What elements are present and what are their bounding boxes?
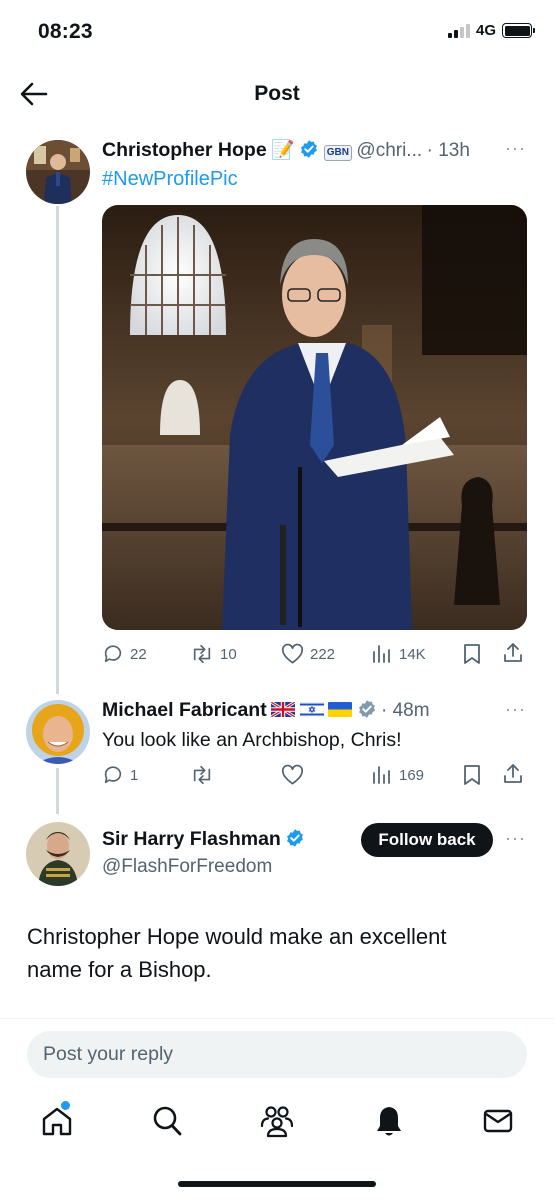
notification-dot <box>61 1101 70 1110</box>
repost-button[interactable]: 10 <box>190 643 237 665</box>
avatar[interactable] <box>26 140 90 204</box>
page-title: Post <box>254 82 300 105</box>
views-icon <box>373 645 390 663</box>
repost-icon <box>193 644 211 664</box>
verified-gray-badge-icon <box>358 700 375 718</box>
views-button[interactable]: 169 <box>371 764 424 786</box>
author-name[interactable]: Sir Harry Flashman <box>102 828 281 850</box>
tweet-header: Christopher Hope 📝 GBN @chri... · 13h <box>102 138 522 166</box>
views-count: 169 <box>399 766 425 784</box>
avatar[interactable] <box>26 822 90 886</box>
reply-header: Michael Fabricant · 48m <box>102 699 522 727</box>
search-icon[interactable] <box>151 1104 183 1138</box>
reply-count: 1 <box>130 766 139 784</box>
bookmark-icon[interactable] <box>462 643 482 665</box>
post-author-row: Sir Harry Flashman <box>102 828 305 851</box>
verified-badge-icon <box>287 829 304 847</box>
more-options-icon[interactable]: ··· <box>505 828 526 849</box>
bookmark-icon[interactable] <box>462 764 482 786</box>
repost-icon <box>193 765 211 785</box>
heart-icon <box>281 643 304 664</box>
author-name[interactable]: Christopher Hope <box>102 139 267 161</box>
author-handle[interactable]: @chri... <box>356 140 422 161</box>
thread-connector <box>56 206 59 694</box>
network-type: 4G <box>475 22 496 39</box>
repost-button[interactable] <box>190 764 214 786</box>
photo-image <box>102 205 527 630</box>
notifications-icon[interactable] <box>373 1104 405 1138</box>
thread-connector <box>56 768 59 814</box>
reply-button[interactable]: 1 <box>102 764 138 786</box>
author-handle[interactable]: @FlashForFreedom <box>102 856 272 878</box>
messages-icon[interactable] <box>482 1106 514 1136</box>
nav-home[interactable] <box>40 1101 74 1138</box>
status-indicators: 4G <box>447 22 535 39</box>
memo-emoji-icon: 📝 <box>271 140 295 161</box>
repost-count: 10 <box>220 645 237 663</box>
communities-icon[interactable] <box>259 1104 295 1138</box>
battery-icon <box>502 23 535 38</box>
heart-icon <box>281 764 304 785</box>
views-button[interactable]: 14K <box>371 643 426 665</box>
more-options-icon[interactable]: ··· <box>505 699 526 720</box>
home-icon <box>42 1107 72 1136</box>
views-icon <box>373 766 390 784</box>
status-time: 08:23 <box>38 20 93 43</box>
signal-icon <box>447 23 470 38</box>
like-button[interactable]: 222 <box>281 643 335 665</box>
divider <box>0 1018 554 1019</box>
tweet-time: · 13h <box>426 140 470 161</box>
share-icon[interactable] <box>502 642 524 664</box>
reply-input[interactable]: Post your reply <box>27 1031 527 1078</box>
like-count: 222 <box>310 645 336 663</box>
share-icon[interactable] <box>502 763 524 785</box>
israel-flag-icon <box>299 702 324 717</box>
reply-count: 22 <box>130 645 147 663</box>
tweet-photo[interactable] <box>102 205 527 630</box>
views-count: 14K <box>399 645 426 663</box>
reply-time: · 48m <box>380 700 430 721</box>
verified-badge-icon <box>301 140 318 158</box>
home-indicator <box>178 1181 376 1187</box>
hashtag-link[interactable]: #NewProfilePic <box>102 168 238 191</box>
more-options-icon[interactable]: ··· <box>505 138 526 159</box>
affiliation-badge: GBN <box>323 145 352 161</box>
uk-flag-icon <box>271 702 296 717</box>
reply-icon <box>104 766 122 784</box>
avatar[interactable] <box>26 700 90 764</box>
reply-button[interactable]: 22 <box>102 643 147 665</box>
follow-back-button[interactable]: Follow back <box>361 823 493 857</box>
reply-icon <box>104 645 122 663</box>
like-button[interactable] <box>281 764 304 786</box>
post-text: Christopher Hope would make an excellent… <box>27 924 447 982</box>
author-name[interactable]: Michael Fabricant <box>102 699 267 721</box>
reply-text: You look like an Archbishop, Chris! <box>102 729 402 751</box>
ukraine-flag-icon <box>328 702 353 717</box>
